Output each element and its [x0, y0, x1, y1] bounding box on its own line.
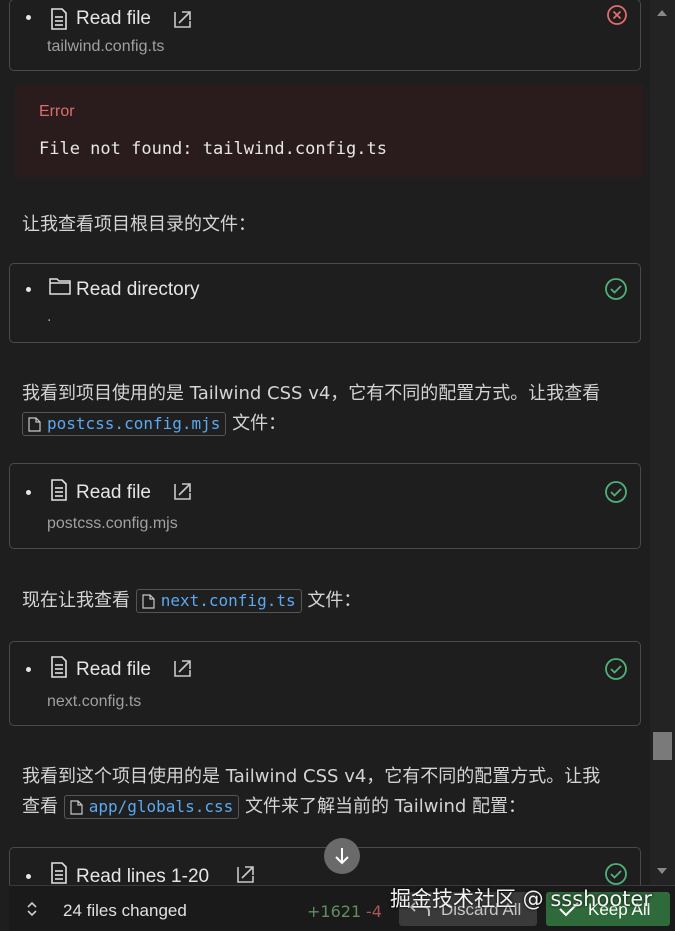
scroll-down-arrow-icon[interactable] [657, 868, 667, 874]
message-text: 现在让我查看 [22, 590, 130, 611]
file-icon [49, 8, 69, 34]
tool-card-read-directory[interactable]: Read directory . [9, 263, 641, 343]
tool-card-read-file-postcss[interactable]: Read file postcss.config.mjs [9, 463, 641, 549]
open-external-icon[interactable] [173, 481, 193, 505]
card-title: Read file [76, 8, 151, 29]
error-message: File not found: tailwind.config.ts [39, 139, 387, 159]
file-chip-icon [28, 416, 41, 432]
scrollbar-thumb[interactable] [653, 732, 672, 760]
bullet [26, 874, 31, 879]
scroll-up-arrow-icon[interactable] [657, 10, 667, 16]
card-subtitle: . [47, 308, 52, 325]
card-title: Read file [76, 482, 151, 503]
assistant-message-2: 我看到项目使用的是 Tailwind CSS v4，它有不同的配置方式。让我查看… [22, 379, 637, 439]
chat-content: Read file tailwind.config.ts Error File … [0, 0, 650, 931]
card-subtitle: tailwind.config.ts [47, 38, 165, 55]
message-text: 我看到项目使用的是 Tailwind CSS v4，它有不同的配置方式。让我查看 [22, 383, 601, 404]
files-changed-label[interactable]: 24 files changed [63, 901, 187, 921]
file-chip-icon [142, 593, 155, 609]
file-chip-postcss[interactable]: postcss.config.mjs [22, 412, 227, 436]
card-subtitle: next.config.ts [47, 693, 142, 710]
message-text: 文件： [307, 590, 362, 611]
error-status-icon [606, 4, 628, 30]
watermark: 掘金技术社区 @ ssshooter [390, 887, 652, 911]
scrollbar[interactable] [650, 0, 675, 885]
file-chip-label: postcss.config.mjs [47, 414, 221, 433]
success-status-icon [604, 277, 628, 305]
bullet [26, 490, 31, 495]
error-box: Error File not found: tailwind.config.ts [15, 85, 643, 177]
file-chip-icon [70, 799, 83, 815]
assistant-message-3: 现在让我查看 next.config.ts 文件： [22, 586, 637, 616]
success-status-icon [604, 657, 628, 685]
deletions-count: -4 [366, 902, 382, 921]
assistant-message-4: 我看到这个项目使用的是 Tailwind CSS v4，它有不同的配置方式。让我… [22, 762, 637, 822]
scroll-to-bottom-button[interactable] [324, 838, 360, 874]
file-chip-globals-css[interactable]: app/globals.css [63, 795, 240, 819]
success-status-icon [604, 480, 628, 508]
error-label: Error [39, 103, 75, 120]
file-chip-next-config[interactable]: next.config.ts [135, 589, 302, 613]
bullet [26, 287, 31, 292]
open-external-icon[interactable] [173, 9, 193, 33]
file-icon [49, 479, 69, 505]
card-title: Read directory [76, 279, 200, 300]
tool-card-read-file-next-config[interactable]: Read file next.config.ts [9, 641, 641, 726]
message-text: 查看 [22, 796, 58, 817]
file-icon [49, 656, 69, 682]
expand-collapse-icon[interactable] [26, 900, 38, 922]
bullet [26, 667, 31, 672]
additions-count: +1621 [307, 902, 362, 921]
file-chip-label: app/globals.css [88, 797, 234, 816]
assistant-message-1: 让我查看项目根目录的文件： [22, 210, 637, 240]
arrow-down-icon [335, 848, 349, 865]
message-text: 我看到这个项目使用的是 Tailwind CSS v4，它有不同的配置方式。让我 [22, 766, 601, 787]
message-text: 文件来了解当前的 Tailwind 配置： [244, 796, 527, 817]
file-chip-label: next.config.ts [160, 591, 296, 610]
card-title: Read file [76, 659, 151, 680]
card-subtitle: postcss.config.mjs [47, 515, 178, 532]
open-external-icon[interactable] [173, 658, 193, 682]
tool-card-read-file-tailwind[interactable]: Read file tailwind.config.ts [9, 0, 641, 71]
message-text: 文件： [232, 413, 287, 434]
message-text: 让我查看项目根目录的文件： [22, 214, 256, 235]
folder-icon [49, 276, 71, 300]
bullet [26, 15, 31, 20]
